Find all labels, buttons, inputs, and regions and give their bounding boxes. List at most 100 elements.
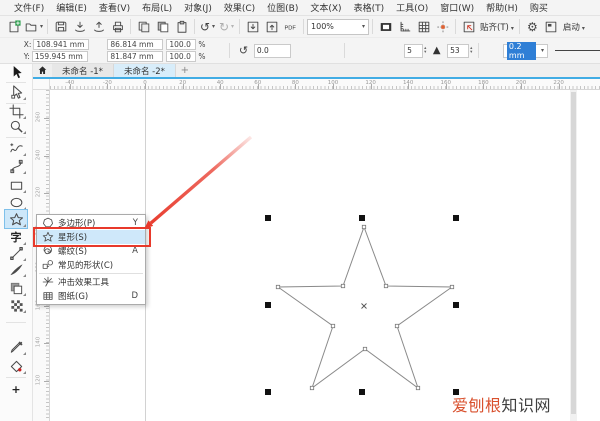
menu-item[interactable]: 文本(X) (304, 1, 347, 14)
copy-button[interactable] (135, 18, 152, 36)
star-points-field[interactable]: 5 (404, 44, 423, 58)
rulers-button[interactable] (396, 18, 413, 36)
flyout-item-图纸[interactable]: 图纸(G)D (37, 289, 145, 303)
menu-item[interactable]: 帮助(H) (480, 1, 524, 14)
toolbar-separator (194, 19, 195, 34)
object-width-field[interactable]: 86.814 mm (107, 39, 163, 50)
fullscreen-button[interactable] (377, 18, 394, 36)
flyout-item-冲击效果工具[interactable]: 冲击效果工具 (37, 275, 145, 289)
vertical-scrollbar[interactable] (570, 90, 577, 421)
scale-fields: 100.0% 100.0% (166, 39, 205, 62)
star-points-spinner[interactable]: 5 ▴▾ (404, 44, 426, 58)
launcher-menu-button[interactable]: 启动▾ (563, 21, 585, 33)
menu-item[interactable]: 窗口(W) (434, 1, 480, 14)
menu-item[interactable]: 位图(B) (261, 1, 304, 14)
menu-item[interactable]: 工具(O) (390, 1, 434, 14)
menu-item[interactable]: 文件(F) (8, 1, 50, 14)
document-tab[interactable]: 未命名 -1* (52, 64, 114, 77)
scrollbar-thumb[interactable] (571, 92, 576, 414)
print-button[interactable] (109, 18, 126, 36)
launcher-button[interactable] (543, 18, 560, 36)
rectangle-tool[interactable] (5, 176, 27, 194)
import-red-button[interactable] (460, 18, 477, 36)
standard-toolbar: ▾ ↺▾↻▾ PDF 100%▾ 贴齐(T)▾ ⚙ 启动▾ (0, 16, 600, 38)
horizontal-ruler[interactable]: -40-20020406080100120140160180200220 (50, 79, 600, 90)
eyedropper-tool[interactable] (5, 338, 27, 356)
rotation-angle-field[interactable]: 0.0 (254, 44, 291, 58)
toolbox-separator (6, 82, 26, 83)
freehand-tool[interactable] (5, 139, 27, 157)
toolbar-separator (130, 19, 131, 34)
scale-v-field[interactable]: 100.0 (166, 51, 196, 62)
outline-width-select[interactable]: 0.2 mm ▾ (503, 44, 548, 58)
menu-item[interactable]: 购买 (524, 1, 554, 14)
flyout-item-label: 图纸(G) (58, 290, 127, 302)
upload-box-button[interactable] (263, 18, 280, 36)
new-document-button[interactable] (5, 18, 22, 36)
open-folder-button[interactable]: ▾ (24, 18, 43, 36)
redo-button[interactable]: ↻▾ (218, 18, 235, 36)
grid-button[interactable] (415, 18, 432, 36)
menu-item[interactable]: 表格(T) (348, 1, 391, 14)
x-label: X: (24, 40, 32, 49)
menu-item[interactable]: 编辑(E) (50, 1, 93, 14)
zoom-level-select[interactable]: 100%▾ (307, 19, 369, 35)
flyout-item-常见的形状[interactable]: 常见的形状(C) (37, 258, 145, 272)
download-box-button[interactable] (244, 18, 261, 36)
snap-point-button[interactable] (434, 18, 451, 36)
artistic-media-tool[interactable] (5, 260, 27, 278)
lock-ratio-button[interactable] (209, 42, 224, 60)
ruler-tick (521, 84, 522, 89)
duplicate-button[interactable] (154, 18, 171, 36)
document-tab[interactable]: 未命名 -2* (114, 64, 176, 77)
gear-button[interactable]: ⚙ (524, 18, 541, 36)
object-height-field[interactable]: 81.847 mm (107, 51, 163, 62)
pick-tool[interactable] (5, 63, 27, 81)
spinner-arrows-icon[interactable]: ▴▾ (470, 47, 472, 55)
drop-shadow-tool[interactable] (5, 279, 27, 297)
svg-text:PDF: PDF (284, 25, 296, 31)
snap-to-menu-button[interactable]: 贴齐(T)▾ (480, 21, 514, 33)
ellipse-tool[interactable] (5, 193, 27, 211)
home-tab-button[interactable] (32, 64, 52, 77)
import-arrow-button[interactable] (71, 18, 88, 36)
sharpness-spinner[interactable]: 53 ▴▾ (447, 44, 472, 58)
zoom-level-value: 100% (311, 22, 334, 31)
bezier-tool[interactable] (5, 157, 27, 175)
menu-item[interactable]: 对象(J) (178, 1, 218, 14)
zoom-tool[interactable] (5, 117, 27, 135)
ruler-tick (44, 156, 49, 157)
customize-toolbox-button[interactable]: + (5, 380, 27, 398)
undo-button[interactable]: ↺▾ (199, 18, 216, 36)
complex-star-button[interactable] (369, 42, 384, 60)
ruler-tick (258, 84, 259, 89)
star-points-icon (386, 42, 401, 60)
mirror-horizontal-button[interactable] (306, 42, 321, 60)
toolbar-separator (229, 43, 230, 58)
ruler-tick (371, 84, 372, 89)
toolbar-separator (239, 19, 240, 34)
outline-width-icon (485, 42, 500, 60)
new-document-tab-button[interactable]: + (176, 64, 194, 77)
menu-item[interactable]: 查看(V) (93, 1, 136, 14)
line-style-preview[interactable] (555, 50, 600, 51)
mirror-vertical-button[interactable] (323, 42, 338, 60)
ruler-tick (333, 84, 334, 89)
spinner-arrows-icon[interactable]: ▴▾ (424, 47, 426, 55)
interactive-fill-tool[interactable] (5, 357, 27, 375)
object-position-icon (6, 42, 21, 60)
sharpness-field[interactable]: 53 (447, 44, 469, 58)
mesh-fill-tool[interactable] (5, 296, 27, 314)
export-arrow-button[interactable] (90, 18, 107, 36)
scale-h-field[interactable]: 100.0 (166, 39, 196, 50)
star-shape-button[interactable] (351, 42, 366, 60)
paste-button[interactable] (173, 18, 190, 36)
menu-item[interactable]: 效果(C) (218, 1, 261, 14)
x-position-field[interactable]: 108.941 mm (33, 39, 89, 50)
y-position-field[interactable]: 159.945 mm (32, 51, 88, 62)
shape-tool[interactable] (5, 83, 27, 101)
menu-item[interactable]: 布局(L) (136, 1, 178, 14)
save-button[interactable] (52, 18, 69, 36)
pdf-button[interactable]: PDF (282, 18, 299, 36)
polygon-tool[interactable] (5, 210, 27, 228)
